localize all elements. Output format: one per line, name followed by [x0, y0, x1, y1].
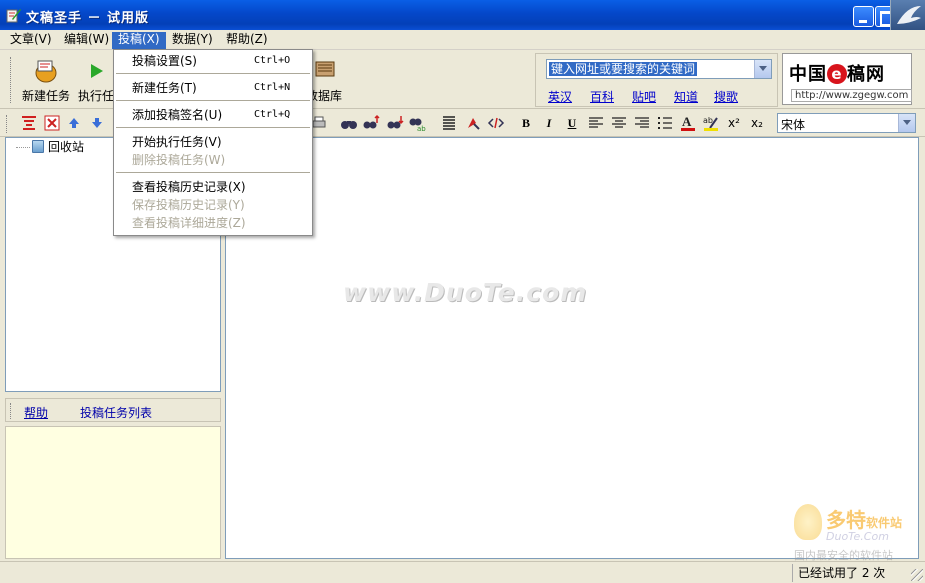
run-task-button[interactable]: 执行任	[76, 56, 116, 106]
brand-url: http://www.zgegw.com	[791, 89, 913, 102]
search-dropdown-arrow-icon[interactable]	[754, 60, 771, 78]
new-task-icon	[35, 60, 57, 83]
menu-separator	[116, 100, 310, 101]
menu-item-delete-task: 删除投稿任务(W)	[132, 153, 226, 167]
menu-separator	[116, 127, 310, 128]
menu-item-save-history: 保存投稿历史记录(Y)	[132, 198, 245, 212]
font-dropdown-arrow-icon[interactable]	[898, 114, 915, 132]
align-center-icon[interactable]	[610, 114, 628, 132]
duote-logo-watermark: 多特软件站 DuoTe.Com 国内最安全的软件站	[790, 502, 920, 562]
font-color-icon[interactable]: A	[679, 114, 697, 132]
trial-status: 已经试用了 2 次	[792, 564, 906, 582]
menu-bar: 文章(V) 编辑(W) 投稿(X) 数据(Y) 帮助(Z)	[0, 30, 925, 50]
italic-button[interactable]: I	[540, 114, 558, 132]
align-right-icon[interactable]	[633, 114, 651, 132]
tab-task-list[interactable]: 投稿任务列表	[80, 404, 152, 421]
title-bar: 文稿圣手 － 试用版	[0, 0, 925, 32]
tab-grip	[10, 403, 11, 419]
filter-icon[interactable]	[20, 114, 38, 132]
replace-icon[interactable]: abc	[408, 114, 430, 133]
search-link-souge[interactable]: 搜歌	[714, 88, 738, 105]
watermark-logo-title: 多特软件站	[826, 508, 903, 532]
status-bar: 已经试用了 2 次	[0, 561, 925, 583]
menu-item-start-task[interactable]: 开始执行任务(V)	[114, 133, 312, 151]
find-icon[interactable]	[340, 114, 358, 132]
highlight-icon[interactable]: ab	[702, 114, 720, 132]
search-link-zhidao[interactable]: 知道	[674, 88, 698, 105]
delete-icon[interactable]	[43, 114, 61, 132]
mascot-icon	[794, 504, 822, 540]
search-link-tieba[interactable]: 贴吧	[632, 88, 656, 105]
tree-item-label: 回收站	[48, 140, 85, 154]
play-icon	[91, 64, 103, 78]
find-prev-icon[interactable]	[386, 114, 404, 132]
brand-banner[interactable]: 中国 e 稿网 http://www.zgegw.com	[782, 53, 913, 105]
menu-item-view-history[interactable]: 查看投稿历史记录(X)	[114, 178, 312, 196]
code-view-icon[interactable]	[487, 114, 505, 132]
database-icon	[315, 61, 335, 77]
clear-format-icon[interactable]	[464, 114, 482, 132]
menu-article[interactable]: 文章(V)	[4, 32, 58, 49]
menu-submit[interactable]: 投稿(X)	[112, 32, 166, 49]
toolbar-grip[interactable]	[10, 57, 13, 103]
underline-button[interactable]: U	[563, 114, 581, 132]
minimize-button[interactable]	[853, 6, 874, 27]
bullet-list-icon[interactable]	[656, 114, 674, 132]
subscript-button[interactable]: x₂	[748, 114, 766, 132]
move-up-icon[interactable]	[65, 114, 83, 132]
menu-help[interactable]: 帮助(Z)	[220, 32, 274, 49]
editor-area[interactable]	[225, 137, 919, 559]
move-down-icon[interactable]	[88, 114, 106, 132]
submit-menu-dropdown: 投稿设置(S) Ctrl+O 新建任务(T) Ctrl+N 添加投稿签名(U) Ctr…	[113, 49, 313, 236]
recycle-bin-icon	[32, 140, 44, 153]
search-link-baike[interactable]: 百科	[590, 88, 614, 105]
menu-data[interactable]: 数据(Y)	[166, 32, 219, 49]
app-icon	[6, 9, 21, 23]
menu-edit[interactable]: 编辑(W)	[58, 32, 115, 49]
menu-separator	[116, 73, 310, 74]
new-task-button[interactable]: 新建任务	[18, 56, 74, 106]
superscript-button[interactable]: x²	[725, 114, 743, 132]
svg-text:ab: ab	[703, 116, 713, 125]
watermark-logo-url: DuoTe.Com	[826, 530, 889, 543]
window-title: 文稿圣手 － 试用版	[26, 11, 150, 26]
menu-item-new-task[interactable]: 新建任务(T) Ctrl+N	[114, 79, 312, 97]
svg-text:abc: abc	[417, 125, 426, 132]
font-select-value: 宋体	[781, 118, 806, 132]
page-icon[interactable]	[440, 114, 458, 132]
search-input-text: 键入网址或要搜索的关键词	[549, 62, 698, 76]
search-input[interactable]: 键入网址或要搜索的关键词	[546, 59, 772, 79]
help-tip-panel	[5, 426, 221, 559]
font-select[interactable]: 宋体	[777, 113, 916, 133]
tab-help[interactable]: 帮助	[24, 404, 48, 421]
run-task-label: 执行任	[77, 89, 114, 103]
bird-logo-icon	[890, 0, 925, 32]
new-task-label: 新建任务	[21, 89, 70, 103]
search-link-yinghan[interactable]: 英汉	[548, 88, 572, 105]
svg-text:A: A	[682, 114, 692, 129]
menu-item-view-progress: 查看投稿详细进度(Z)	[132, 216, 246, 230]
left-tab-bar: 帮助 投稿任务列表	[5, 398, 221, 422]
brand-logo: 中国 e 稿网	[789, 64, 885, 85]
watermark-text: www.DuoTe.com	[343, 278, 588, 307]
bold-button[interactable]: B	[517, 114, 535, 132]
menu-item-add-signature[interactable]: 添加投稿签名(U) Ctrl+Q	[114, 106, 312, 124]
menu-item-submit-settings[interactable]: 投稿设置(S) Ctrl+O	[114, 52, 312, 70]
resize-grip-icon[interactable]	[911, 569, 923, 581]
align-left-icon[interactable]	[587, 114, 605, 132]
tree-connector	[16, 147, 30, 148]
menu-separator	[116, 172, 310, 173]
tree-item-recycle-bin[interactable]: 回收站	[16, 139, 84, 155]
find-next-icon[interactable]	[362, 114, 380, 132]
search-panel: 键入网址或要搜索的关键词 英汉 百科 贴吧 知道 搜歌	[535, 53, 778, 107]
format-toolbar-grip[interactable]	[6, 115, 7, 133]
